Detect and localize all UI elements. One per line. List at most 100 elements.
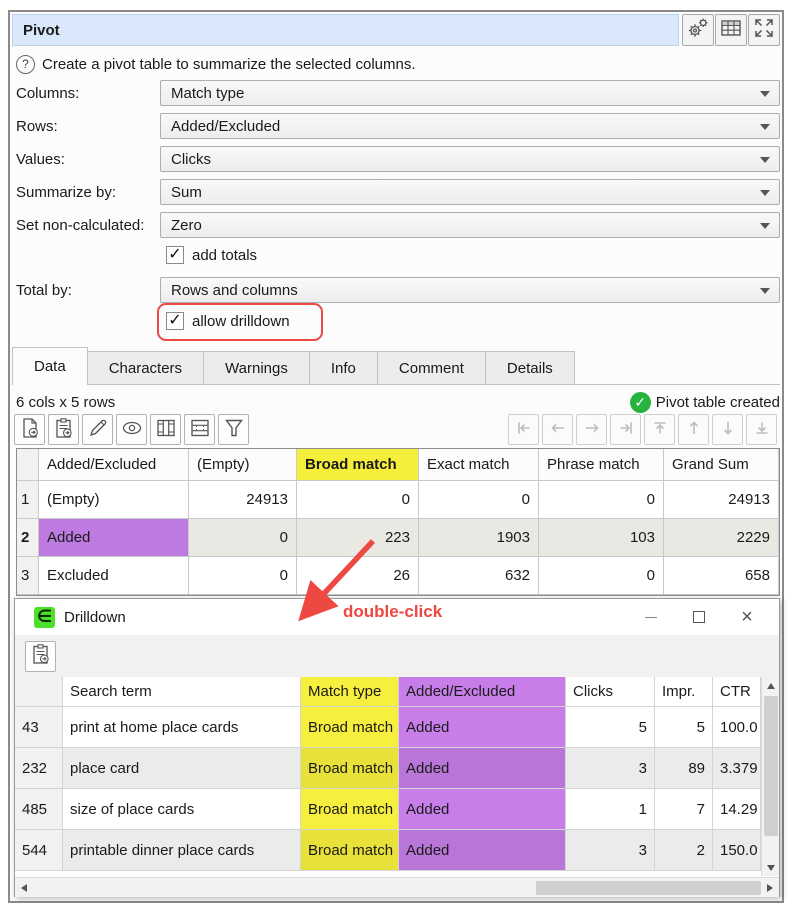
pivot-cell[interactable]: 0 <box>539 481 664 519</box>
tab-warnings[interactable]: Warnings <box>203 351 310 384</box>
drilldown-cell[interactable]: 14.29 <box>713 789 761 830</box>
drilldown-cell[interactable]: 3 <box>566 748 655 789</box>
prev-col-button[interactable] <box>542 414 573 445</box>
pivot-cell[interactable]: 103 <box>539 519 664 557</box>
col-header-added-excluded[interactable]: Added/Excluded <box>399 677 566 707</box>
drilldown-cell[interactable]: 1 <box>566 789 655 830</box>
drilldown-cell[interactable]: 3 <box>566 830 655 871</box>
drilldown-cell[interactable]: printable dinner place cards <box>63 830 301 871</box>
last-col-button[interactable] <box>610 414 641 445</box>
next-row-button[interactable] <box>712 414 743 445</box>
vertical-scroll-thumb[interactable] <box>764 696 778 836</box>
drilldown-cell[interactable]: Broad match <box>301 748 399 789</box>
close-button[interactable]: × <box>723 602 771 632</box>
drilldown-cell[interactable]: 5 <box>655 707 713 748</box>
tab-details[interactable]: Details <box>485 351 575 384</box>
drilldown-cell[interactable]: 3.379 <box>713 748 761 789</box>
drilldown-cell[interactable]: print at home place cards <box>63 707 301 748</box>
col-header-broad-match[interactable]: Broad match <box>297 449 419 481</box>
filter-button[interactable] <box>218 414 249 445</box>
col-header-match-type[interactable]: Match type <box>301 677 399 707</box>
scroll-down-icon[interactable] <box>762 859 780 876</box>
pivot-cell[interactable]: 0 <box>189 557 297 595</box>
pivot-cell[interactable]: 632 <box>419 557 539 595</box>
drilldown-cell[interactable]: 5 <box>566 707 655 748</box>
drilldown-cell[interactable]: 100.0 <box>713 707 761 748</box>
pivot-cell[interactable]: (Empty) <box>39 481 189 519</box>
row-number[interactable]: 43 <box>15 707 63 748</box>
row-number[interactable]: 2 <box>17 519 39 557</box>
tab-info[interactable]: Info <box>309 351 378 384</box>
next-col-button[interactable] <box>576 414 607 445</box>
panel-titlebar[interactable]: Pivot <box>12 14 679 46</box>
drilldown-cell[interactable]: Broad match <box>301 830 399 871</box>
last-row-button[interactable] <box>746 414 777 445</box>
pivot-cell-highlighted[interactable]: Added <box>39 519 189 557</box>
col-header-exact-match[interactable]: Exact match <box>419 449 539 481</box>
row-number[interactable]: 1 <box>17 481 39 519</box>
pivot-cell[interactable]: 1903 <box>419 519 539 557</box>
total-by-select[interactable]: Rows and columns <box>160 277 780 303</box>
show-rows-button[interactable] <box>184 414 215 445</box>
drilldown-cell[interactable]: 150.0 <box>713 830 761 871</box>
pivot-cell[interactable]: 0 <box>539 557 664 595</box>
help-icon[interactable]: ? <box>16 55 35 74</box>
values-select[interactable]: Clicks <box>160 146 780 172</box>
table-view-button[interactable] <box>715 14 747 46</box>
minimize-button[interactable] <box>627 602 675 632</box>
col-header-ctr[interactable]: CTR <box>713 677 761 707</box>
tab-characters[interactable]: Characters <box>87 351 204 384</box>
drilldown-cell[interactable]: 2 <box>655 830 713 871</box>
drilldown-cell[interactable]: Broad match <box>301 707 399 748</box>
col-header-impr[interactable]: Impr. <box>655 677 713 707</box>
row-number[interactable]: 485 <box>15 789 63 830</box>
drilldown-cell[interactable]: 89 <box>655 748 713 789</box>
copy-clipboard-button[interactable] <box>48 414 79 445</box>
columns-select[interactable]: Match type <box>160 80 780 106</box>
first-row-button[interactable] <box>644 414 675 445</box>
export-file-button[interactable] <box>14 414 45 445</box>
pivot-cell[interactable]: 658 <box>664 557 779 595</box>
maximize-panel-button[interactable] <box>748 14 780 46</box>
first-col-button[interactable] <box>508 414 539 445</box>
horizontal-scrollbar[interactable] <box>15 877 779 897</box>
prev-row-button[interactable] <box>678 414 709 445</box>
row-number[interactable]: 544 <box>15 830 63 871</box>
summarize-select[interactable]: Sum <box>160 179 780 205</box>
pivot-cell[interactable]: 0 <box>189 519 297 557</box>
tab-comment[interactable]: Comment <box>377 351 486 384</box>
col-header-added-excluded[interactable]: Added/Excluded <box>39 449 189 481</box>
show-columns-button[interactable] <box>150 414 181 445</box>
drilldown-cell[interactable]: Broad match <box>301 789 399 830</box>
edit-button[interactable] <box>82 414 113 445</box>
col-header-empty[interactable]: (Empty) <box>189 449 297 481</box>
drilldown-cell[interactable]: size of place cards <box>63 789 301 830</box>
pivot-cell[interactable]: 0 <box>419 481 539 519</box>
tab-data[interactable]: Data <box>12 347 88 385</box>
drilldown-cell[interactable]: Added <box>399 789 566 830</box>
drilldown-cell[interactable]: 7 <box>655 789 713 830</box>
drilldown-cell[interactable]: Added <box>399 748 566 789</box>
col-header-clicks[interactable]: Clicks <box>566 677 655 707</box>
pivot-cell[interactable]: 24913 <box>664 481 779 519</box>
col-header-search-term[interactable]: Search term <box>63 677 301 707</box>
row-number[interactable]: 3 <box>17 557 39 595</box>
settings-button[interactable] <box>682 14 714 46</box>
add-totals-checkbox[interactable]: ✓ <box>166 246 184 264</box>
scroll-right-icon[interactable] <box>761 878 779 898</box>
col-header-phrase-match[interactable]: Phrase match <box>539 449 664 481</box>
allow-drilldown-checkbox[interactable]: ✓ <box>166 312 184 330</box>
non-calculated-select[interactable]: Zero <box>160 212 780 238</box>
drilldown-cell[interactable]: Added <box>399 707 566 748</box>
pivot-cell[interactable]: 24913 <box>189 481 297 519</box>
drilldown-copy-button[interactable] <box>25 641 56 672</box>
scroll-left-icon[interactable] <box>15 878 33 898</box>
scroll-up-icon[interactable] <box>762 677 780 694</box>
maximize-button[interactable] <box>675 602 723 632</box>
view-values-button[interactable] <box>116 414 147 445</box>
horizontal-scroll-thumb[interactable] <box>536 881 761 895</box>
pivot-cell[interactable]: Excluded <box>39 557 189 595</box>
drilldown-cell[interactable]: place card <box>63 748 301 789</box>
pivot-cell[interactable]: 2229 <box>664 519 779 557</box>
drilldown-cell[interactable]: Added <box>399 830 566 871</box>
